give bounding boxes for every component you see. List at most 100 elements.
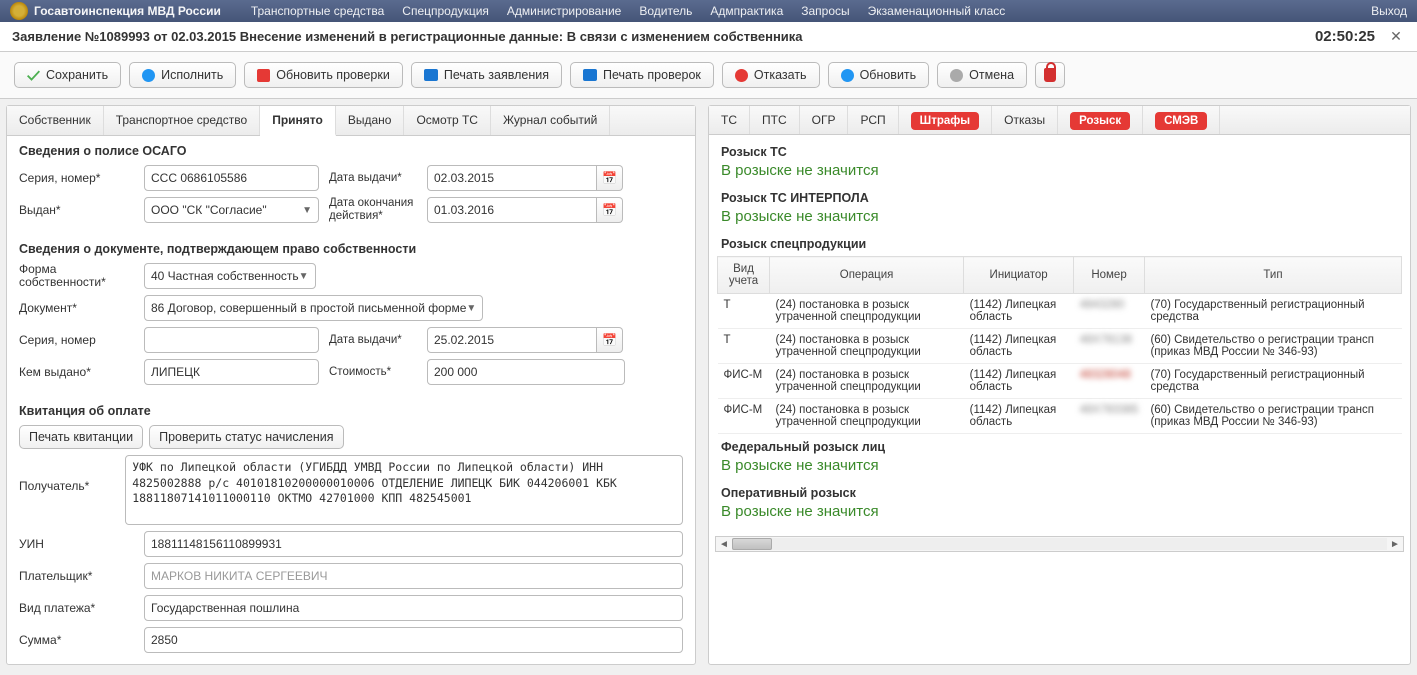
- menu-admin[interactable]: Администрирование: [507, 4, 621, 18]
- scroll-track[interactable]: [732, 538, 1387, 550]
- own-form-select[interactable]: 40 Частная собственность▼: [144, 263, 316, 289]
- tab-tc[interactable]: ТС: [709, 106, 750, 134]
- cell-op: (24) постановка в розыск утраченной спец…: [770, 364, 964, 399]
- tab-smev[interactable]: СМЭВ: [1143, 106, 1220, 134]
- calendar-icon[interactable]: 📅: [597, 197, 623, 223]
- table-row[interactable]: Т(24) постановка в розыск утраченной спе…: [718, 294, 1402, 329]
- reject-button[interactable]: Отказать: [722, 62, 820, 88]
- save-button[interactable]: Сохранить: [14, 62, 121, 88]
- osago-heading: Сведения о полисе ОСАГО: [7, 136, 695, 162]
- rosysk-interpol-heading: Розыск ТС ИНТЕРПОЛА: [717, 185, 1402, 208]
- uin-input[interactable]: [144, 531, 683, 557]
- print-app-button[interactable]: Печать заявления: [411, 62, 562, 88]
- payer-input[interactable]: [144, 563, 683, 589]
- emblem-icon: [10, 2, 28, 20]
- calendar-icon[interactable]: 📅: [597, 165, 623, 191]
- left-tabs: Собственник Транспортное средство Принят…: [7, 106, 695, 136]
- print-checks-button[interactable]: Печать проверок: [570, 62, 714, 88]
- tab-inspection[interactable]: Осмотр ТС: [404, 106, 491, 135]
- col-init: Инициатор: [964, 257, 1074, 294]
- menu-special[interactable]: Спецпродукция: [402, 4, 489, 18]
- own-date-input[interactable]: [427, 327, 597, 353]
- table-row[interactable]: ФИС-М(24) постановка в розыск утраченной…: [718, 399, 1402, 434]
- tab-vehicle[interactable]: Транспортное средство: [104, 106, 261, 135]
- tab-fines[interactable]: Штрафы: [899, 106, 993, 134]
- reject-label: Отказать: [754, 68, 807, 82]
- rosysk-fed-status: В розыске не значится: [717, 457, 1402, 480]
- own-issuedby-input[interactable]: [144, 359, 319, 385]
- calendar-icon[interactable]: 📅: [597, 327, 623, 353]
- rosysk-ts-heading: Розыск ТС: [717, 139, 1402, 162]
- tab-events[interactable]: Журнал событий: [491, 106, 610, 135]
- menu-requests[interactable]: Запросы: [801, 4, 849, 18]
- cancel-button[interactable]: Отмена: [937, 62, 1027, 88]
- tab-pts[interactable]: ПТС: [750, 106, 800, 134]
- tab-ogr[interactable]: ОГР: [800, 106, 849, 134]
- osago-issuedby-select[interactable]: ООО "СК "Согласие"▼: [144, 197, 319, 223]
- tab-accepted[interactable]: Принято: [260, 106, 336, 136]
- own-series-input[interactable]: [144, 327, 319, 353]
- cell-kind: ФИС-М: [718, 399, 770, 434]
- exec-icon: [142, 69, 155, 82]
- scroll-thumb[interactable]: [732, 538, 772, 550]
- recipient-textarea[interactable]: [125, 455, 683, 525]
- cell-kind: Т: [718, 294, 770, 329]
- own-doc-label: Документ*: [19, 301, 134, 315]
- lock-button[interactable]: [1035, 62, 1065, 88]
- menu-driver[interactable]: Водитель: [639, 4, 692, 18]
- own-series-label: Серия, номер: [19, 333, 134, 347]
- chevron-down-icon: ▼: [466, 303, 476, 314]
- own-doc-value: 86 Договор, совершенный в простой письме…: [151, 301, 466, 315]
- h-scrollbar[interactable]: ◄ ►: [715, 536, 1404, 552]
- uin-label: УИН: [19, 537, 134, 551]
- tab-search[interactable]: Розыск: [1058, 106, 1143, 134]
- check-status-label: Проверить статус начисления: [159, 430, 333, 444]
- own-cost-input[interactable]: [427, 359, 625, 385]
- col-type: Тип: [1144, 257, 1401, 294]
- refresh-checks-button[interactable]: Обновить проверки: [244, 62, 403, 88]
- tab-issued[interactable]: Выдано: [336, 106, 405, 135]
- osago-series-label: Серия, номер*: [19, 171, 134, 185]
- tab-refusals[interactable]: Отказы: [992, 106, 1058, 134]
- sum-input[interactable]: [144, 627, 683, 653]
- table-row[interactable]: ФИС-М(24) постановка в розыск утраченной…: [718, 364, 1402, 399]
- menu-transport[interactable]: Транспортные средства: [251, 4, 384, 18]
- refresh-label: Обновить: [860, 68, 917, 82]
- cancel-label: Отмена: [969, 68, 1014, 82]
- osago-date-input[interactable]: [427, 165, 597, 191]
- refresh-checks-label: Обновить проверки: [276, 68, 390, 82]
- scroll-left-icon[interactable]: ◄: [716, 539, 732, 550]
- ptype-input[interactable]: [144, 595, 683, 621]
- table-row[interactable]: Т(24) постановка в розыск утраченной спе…: [718, 329, 1402, 364]
- execute-button[interactable]: Исполнить: [129, 62, 236, 88]
- payment-heading: Квитанция об оплате: [7, 396, 695, 422]
- app-header: Госавтоинспекция МВД России Транспортные…: [0, 0, 1417, 22]
- own-cost-label: Стоимость*: [329, 366, 417, 378]
- scroll-right-icon[interactable]: ►: [1387, 539, 1403, 550]
- rosysk-ts-status: В розыске не значится: [717, 162, 1402, 185]
- close-icon[interactable]: ✕: [1387, 28, 1405, 46]
- refresh-button[interactable]: Обновить: [828, 62, 930, 88]
- right-pane: ТС ПТС ОГР РСП Штрафы Отказы Розыск СМЭВ…: [708, 105, 1411, 665]
- own-doc-select[interactable]: 86 Договор, совершенный в простой письме…: [144, 295, 483, 321]
- print-receipt-label: Печать квитанции: [29, 430, 133, 444]
- payer-label: Плательщик*: [19, 569, 134, 583]
- page-title-bar: Заявление №1089993 от 02.03.2015 Внесени…: [0, 22, 1417, 52]
- osago-issuedby-value: ООО "СК "Согласие": [151, 203, 267, 217]
- print-receipt-button[interactable]: Печать квитанции: [19, 425, 143, 449]
- cell-op: (24) постановка в розыск утраченной спец…: [770, 329, 964, 364]
- col-op: Операция: [770, 257, 964, 294]
- check-status-button[interactable]: Проверить статус начисления: [149, 425, 343, 449]
- osago-series-input[interactable]: [144, 165, 319, 191]
- tab-owner[interactable]: Собственник: [7, 106, 104, 135]
- cell-type: (60) Свидетельство о регистрации трансп …: [1144, 399, 1401, 434]
- cell-op: (24) постановка в розыск утраченной спец…: [770, 399, 964, 434]
- menu-admprac[interactable]: Адмпрактика: [710, 4, 783, 18]
- menu-exam[interactable]: Экзаменационный класс: [868, 4, 1006, 18]
- ptype-label: Вид платежа*: [19, 601, 134, 615]
- osago-expiry-input[interactable]: [427, 197, 597, 223]
- sum-label: Сумма*: [19, 633, 134, 647]
- menu-exit[interactable]: Выход: [1371, 4, 1407, 18]
- cancel-icon: [950, 69, 963, 82]
- tab-rsp[interactable]: РСП: [848, 106, 898, 134]
